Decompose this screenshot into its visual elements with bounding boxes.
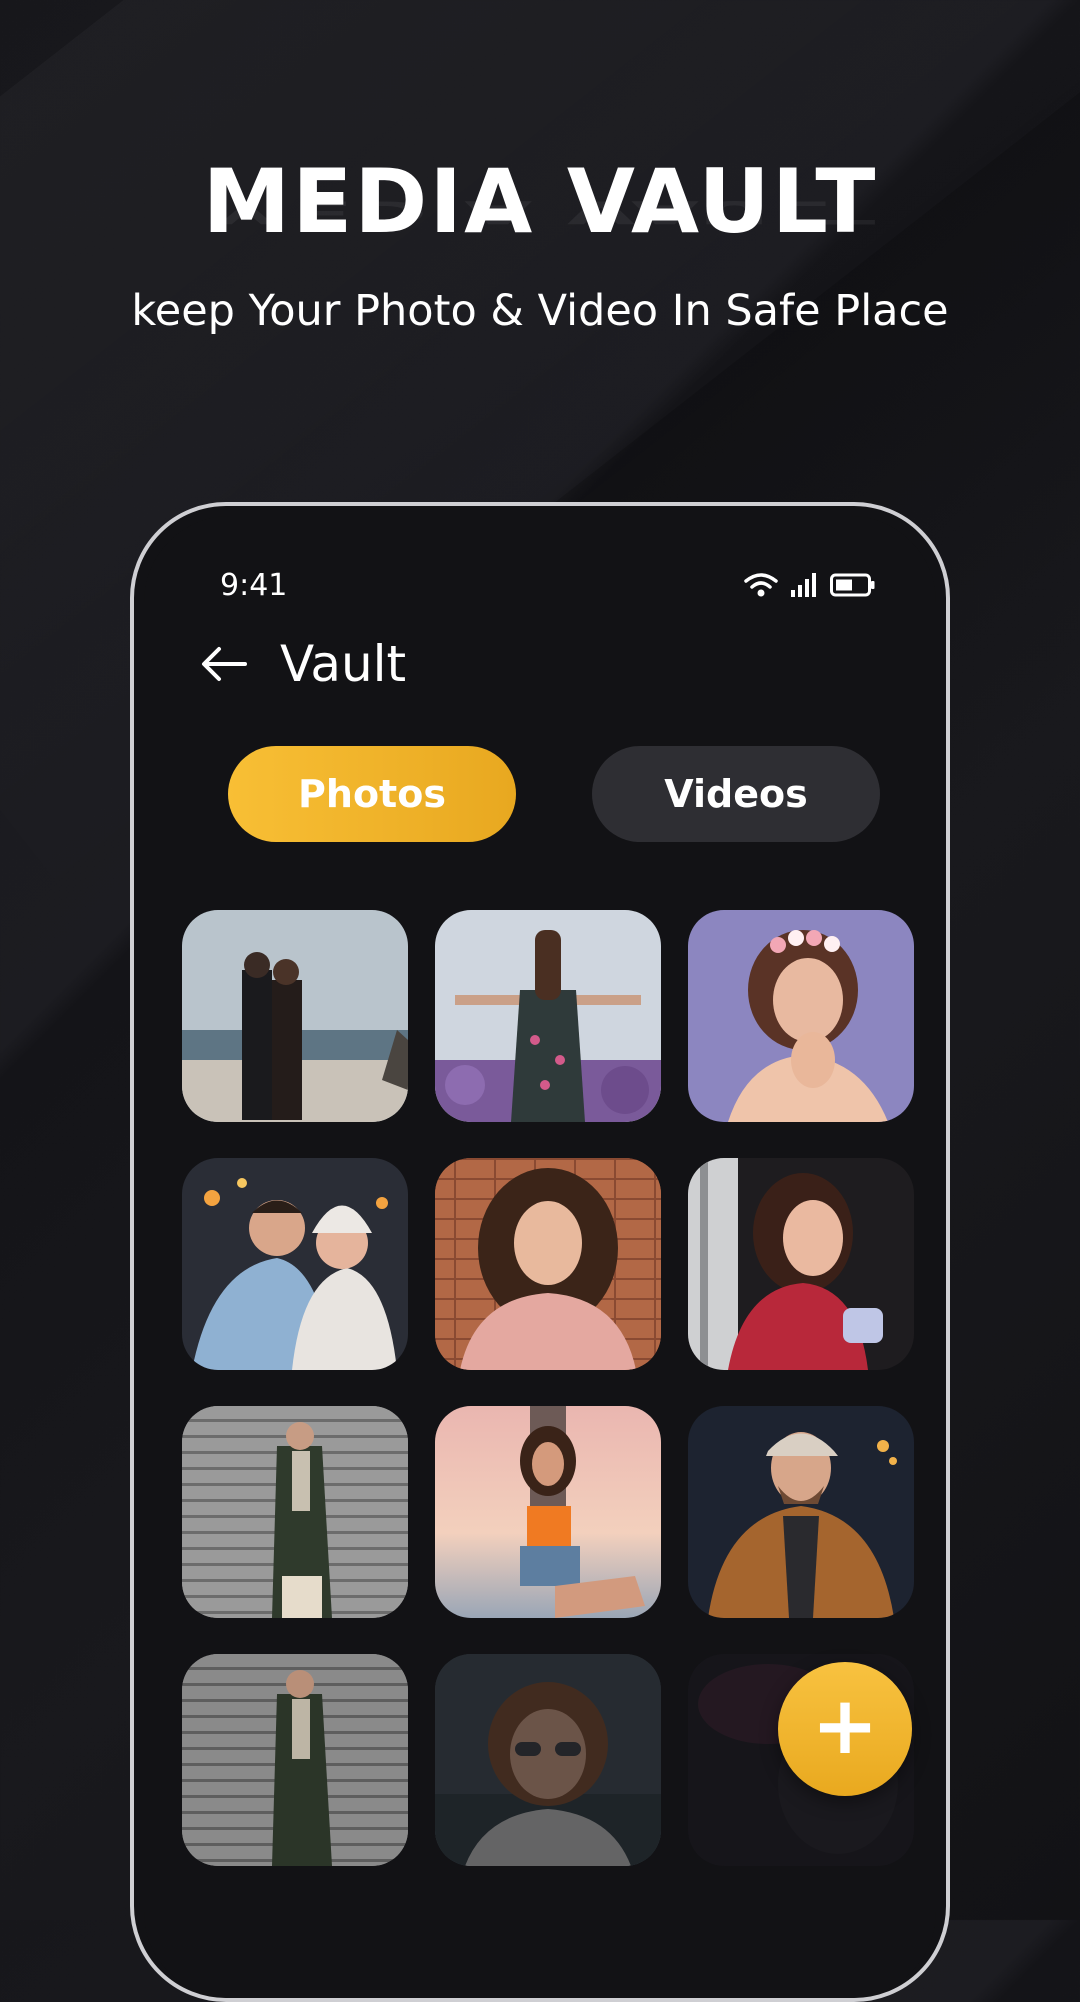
status-time: 9:41 xyxy=(220,568,288,603)
phone-frame: 9:41 Vault Photos Videos + xyxy=(130,502,950,2002)
photo-thumbnail[interactable] xyxy=(182,1406,408,1618)
photo-thumbnail[interactable] xyxy=(688,1158,914,1370)
photo-thumbnail[interactable] xyxy=(688,1406,914,1618)
status-icons xyxy=(744,572,876,602)
status-bar: 9:41 xyxy=(220,568,876,608)
tab-photos[interactable]: Photos xyxy=(228,746,516,842)
battery-icon xyxy=(830,572,876,602)
tab-videos[interactable]: Videos xyxy=(592,746,880,842)
add-button[interactable]: + xyxy=(778,1662,912,1796)
media-tabs: Photos Videos xyxy=(228,746,884,842)
photo-thumbnail[interactable] xyxy=(182,1654,408,1866)
photo-thumbnail[interactable] xyxy=(435,1158,661,1370)
signal-icon xyxy=(790,572,818,602)
photo-thumbnail[interactable] xyxy=(688,910,914,1122)
back-button[interactable] xyxy=(194,634,254,694)
photo-thumbnail[interactable] xyxy=(435,910,661,1122)
app-bar: Vault xyxy=(194,624,406,704)
wifi-icon xyxy=(744,572,778,602)
page-title: Vault xyxy=(280,635,407,693)
photo-thumbnail[interactable] xyxy=(435,1406,661,1618)
arrow-left-icon xyxy=(202,647,247,681)
promo-subheadline: keep Your Photo & Video In Safe Place xyxy=(131,286,949,336)
photo-thumbnail[interactable] xyxy=(182,910,408,1122)
promo-headline-reflection: MEDIA VAULT xyxy=(202,193,878,230)
photo-thumbnail[interactable] xyxy=(435,1654,661,1866)
plus-icon: + xyxy=(811,1679,879,1772)
phone-screen: 9:41 Vault Photos Videos + xyxy=(144,516,936,1998)
photo-thumbnail[interactable] xyxy=(182,1158,408,1370)
